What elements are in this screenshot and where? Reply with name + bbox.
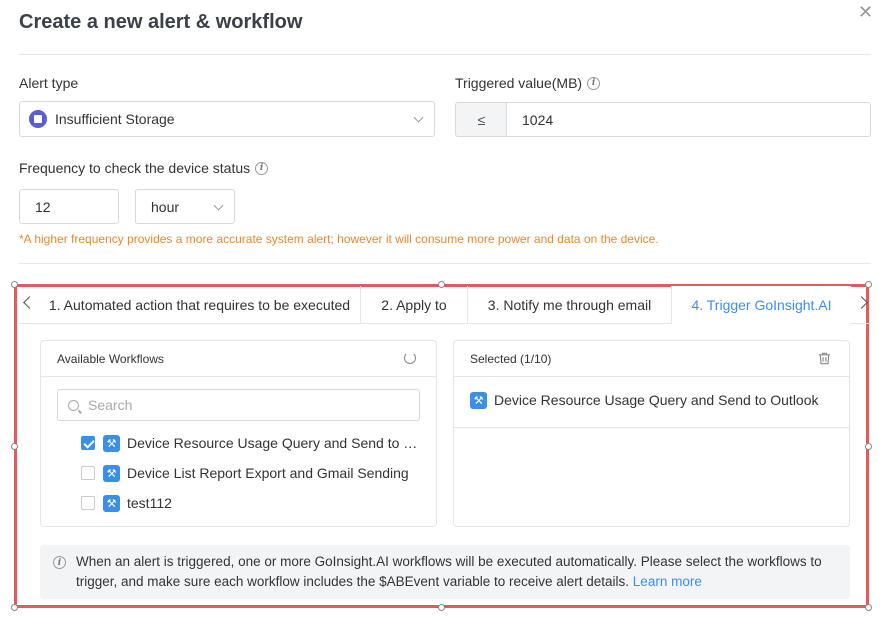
title-divider xyxy=(19,54,871,55)
frequency-label: Frequency to check the device status i xyxy=(19,160,269,176)
available-workflows-header: Available Workflows xyxy=(41,341,436,377)
triggered-value-input[interactable]: 1024 xyxy=(506,102,871,137)
operator-box: ≤ xyxy=(455,102,507,137)
frequency-warning: *A higher frequency provides a more accu… xyxy=(19,232,659,246)
chevron-down-icon xyxy=(213,200,224,211)
storage-icon xyxy=(29,110,47,128)
selected-workflows-header: Selected (1/10) xyxy=(454,341,849,377)
workflow-label: Device Resource Usage Query and Send to … xyxy=(127,435,421,451)
workflow-checkbox[interactable] xyxy=(81,436,95,450)
tab-apply-to[interactable]: 2. Apply to xyxy=(361,286,468,324)
workflow-tool-icon: ⚒ xyxy=(103,494,120,512)
frequency-unit-select[interactable]: hour xyxy=(135,189,235,224)
workflow-tool-icon: ⚒ xyxy=(103,434,120,452)
info-icon: i xyxy=(53,556,66,569)
selected-divider xyxy=(454,427,849,428)
workflow-row[interactable]: ⚒ test112 xyxy=(81,488,421,518)
workflow-tool-icon: ⚒ xyxy=(103,464,120,482)
workflow-checkbox[interactable] xyxy=(81,466,95,480)
frequency-unit-value: hour xyxy=(151,198,180,215)
resize-handle[interactable] xyxy=(438,604,445,611)
trash-icon[interactable] xyxy=(817,351,832,366)
selected-item: ⚒ Device Resource Usage Query and Send t… xyxy=(470,385,840,415)
workflow-label: Device List Report Export and Gmail Send… xyxy=(127,465,409,481)
triggered-value-label: Triggered value(MB) i xyxy=(455,75,601,91)
chevron-left-icon[interactable] xyxy=(23,296,36,309)
resize-handle[interactable] xyxy=(11,443,18,450)
alert-type-value: Insufficient Storage xyxy=(55,111,175,127)
chevron-down-icon xyxy=(413,112,424,123)
page-title: Create a new alert & workflow xyxy=(19,11,303,33)
tab-automated-action[interactable]: 1. Automated action that requires to be … xyxy=(39,286,361,324)
resize-handle[interactable] xyxy=(865,443,872,450)
workflow-row[interactable]: ⚒ Device Resource Usage Query and Send t… xyxy=(81,428,421,458)
info-notice: i When an alert is triggered, one or mor… xyxy=(40,545,850,599)
selected-item-label: Device Resource Usage Query and Send to … xyxy=(494,392,819,408)
info-icon[interactable]: i xyxy=(255,161,269,175)
workflow-tool-icon: ⚒ xyxy=(470,391,487,409)
alert-type-select[interactable]: Insufficient Storage xyxy=(19,101,435,137)
chevron-right-icon[interactable] xyxy=(855,296,868,309)
section-divider xyxy=(19,263,871,264)
selected-workflows-panel: Selected (1/10) xyxy=(453,340,850,527)
resize-handle[interactable] xyxy=(11,281,18,288)
refresh-icon[interactable] xyxy=(404,352,416,364)
info-icon[interactable]: i xyxy=(587,76,601,90)
notice-text: When an alert is triggered, one or more … xyxy=(76,554,822,589)
workflow-label: test112 xyxy=(127,495,172,511)
workflow-row[interactable]: ⚒ Device List Report Export and Gmail Se… xyxy=(81,458,421,488)
tab-trigger-goinsight[interactable]: 4. Trigger GoInsight.AI xyxy=(672,286,851,325)
tab-bar: 1. Automated action that requires to be … xyxy=(19,286,871,325)
resize-handle[interactable] xyxy=(11,604,18,611)
learn-more-link[interactable]: Learn more xyxy=(633,574,702,589)
alert-type-label: Alert type xyxy=(19,75,79,91)
tab-notify-email[interactable]: 3. Notify me through email xyxy=(468,286,672,324)
close-icon[interactable]: ✕ xyxy=(858,3,873,21)
frequency-input[interactable]: 12 xyxy=(19,189,119,224)
search-icon xyxy=(68,399,79,411)
workflow-checkbox[interactable] xyxy=(81,496,95,510)
search-box[interactable] xyxy=(57,389,420,421)
search-input[interactable] xyxy=(88,397,388,413)
resize-handle[interactable] xyxy=(865,604,872,611)
